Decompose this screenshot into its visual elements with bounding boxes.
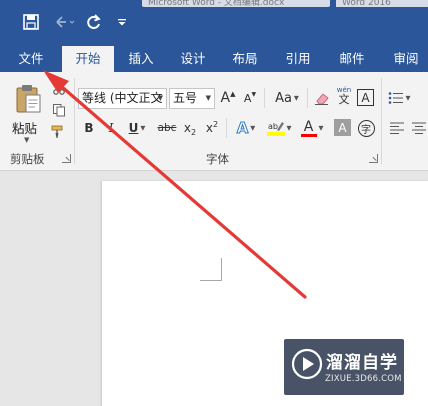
doc-tab-1[interactable]: Microsoft Word - 文档编辑.docx <box>142 0 330 7</box>
superscript-mark: 2 <box>213 119 219 129</box>
font-size-dropdown[interactable]: 五号 ▼ <box>169 88 215 109</box>
bullet-list-icon <box>388 92 403 104</box>
change-case-button[interactable]: Aa ▼ <box>270 88 304 108</box>
clipboard-group-label: 剪贴板 <box>10 152 45 166</box>
watermark-play-icon <box>291 348 323 380</box>
watermark: 溜溜自学 ZIXUE.3D66.COM <box>284 339 404 395</box>
copy-icon[interactable] <box>50 102 68 118</box>
tab-file[interactable]: 文件 <box>0 45 62 72</box>
enclose-characters-button[interactable]: 字 <box>356 118 376 138</box>
italic-button[interactable]: I <box>102 118 120 138</box>
paste-options-caret[interactable]: ▼ <box>24 136 29 144</box>
tab-layout[interactable]: 布局 <box>222 45 268 72</box>
font-color-button[interactable]: A ▼ <box>297 118 327 138</box>
tab-review[interactable]: 审阅 <box>384 45 428 72</box>
ribbon-tabs: 文件 开始 插入 设计 布局 引用 邮件 审阅 <box>0 45 428 72</box>
group-divider <box>381 78 382 164</box>
character-border-button[interactable]: A <box>357 89 374 106</box>
tab-insert[interactable]: 插入 <box>118 45 164 72</box>
chevron-down-icon: ▼ <box>157 94 163 102</box>
phonetic-guide-button[interactable]: wén 文 <box>334 86 354 106</box>
group-divider <box>74 78 75 164</box>
bold-button[interactable]: B <box>80 118 98 138</box>
text-effects-button[interactable]: A ▼ <box>232 118 260 138</box>
grow-font-icon: A <box>220 90 231 106</box>
font-color-icon: A <box>303 118 314 135</box>
superscript-x: x <box>205 121 213 135</box>
superscript-button[interactable]: x2 <box>203 118 221 138</box>
shrink-font-icon: A <box>243 91 252 105</box>
clipboard-launcher-icon[interactable] <box>62 154 71 163</box>
paste-icon <box>16 85 41 113</box>
customize-qat-icon[interactable] <box>114 10 130 34</box>
subscript-mark: 2 <box>191 127 197 137</box>
save-icon[interactable] <box>20 10 42 34</box>
grow-font-button[interactable]: A ▲ <box>218 88 238 108</box>
phonetic-guide-char: 文 <box>338 93 350 106</box>
doc-tab-1-label: Microsoft Word - 文档编辑.docx <box>148 0 285 7</box>
underline-button[interactable]: U ▼ <box>124 118 150 138</box>
character-shading-button[interactable]: A <box>334 119 351 136</box>
font-color-swatch <box>300 133 317 137</box>
group-divider <box>226 118 227 138</box>
chevron-down-icon: ▼ <box>205 94 211 102</box>
font-launcher-icon[interactable] <box>369 154 378 163</box>
group-divider <box>307 88 308 108</box>
shrink-font-button[interactable]: A ▼ <box>240 88 260 108</box>
bullets-button[interactable]: ▼ <box>386 88 412 108</box>
title-bar: Microsoft Word - 文档编辑.docx Word 2016 <box>0 0 428 45</box>
redo-icon[interactable] <box>84 10 104 34</box>
align-left-icon[interactable] <box>388 118 406 138</box>
group-divider <box>264 88 265 108</box>
cut-icon[interactable] <box>50 80 68 96</box>
enclose-characters-icon: 字 <box>357 119 375 137</box>
highlighter-icon: ab <box>266 122 285 136</box>
clear-formatting-icon[interactable] <box>312 88 332 108</box>
tab-references[interactable]: 引用 <box>276 45 320 72</box>
tab-home[interactable]: 开始 <box>62 46 114 72</box>
margin-corner-mark <box>200 258 222 281</box>
svg-text:ab: ab <box>268 122 278 131</box>
subscript-x: x <box>183 121 191 135</box>
doc-tab-2-label: Word 2016 <box>342 0 391 7</box>
strikethrough-button[interactable]: abc <box>155 118 179 138</box>
paste-button[interactable]: 粘贴 ▼ <box>8 78 48 146</box>
font-group-label: 字体 <box>206 152 229 166</box>
paste-label: 粘贴 <box>12 121 38 136</box>
watermark-title: 溜溜自学 <box>326 353 398 373</box>
tab-design[interactable]: 设计 <box>170 45 216 72</box>
change-case-icon: Aa <box>275 90 292 106</box>
ribbon-home: 粘贴 ▼ 剪贴板 等线 (中文正文 ▼ 五号 ▼ A ▲ A ▼ Aa ▼ wén 文… <box>0 72 428 171</box>
font-size-value: 五号 <box>173 91 198 105</box>
format-painter-icon[interactable] <box>50 124 68 140</box>
font-name-value: 等线 (中文正文 <box>82 91 163 105</box>
align-center-icon[interactable] <box>410 118 428 138</box>
text-highlight-button[interactable]: ab ▼ <box>264 118 294 138</box>
text-effects-icon: A <box>236 119 249 138</box>
watermark-subtitle: ZIXUE.3D66.COM <box>325 374 402 384</box>
underline-icon: U <box>128 121 139 135</box>
subscript-button[interactable]: x2 <box>181 118 199 138</box>
font-name-dropdown[interactable]: 等线 (中文正文 ▼ <box>78 88 167 109</box>
tab-mailings[interactable]: 邮件 <box>328 45 376 72</box>
undo-icon[interactable] <box>50 10 78 34</box>
doc-tab-2[interactable]: Word 2016 <box>336 0 428 7</box>
